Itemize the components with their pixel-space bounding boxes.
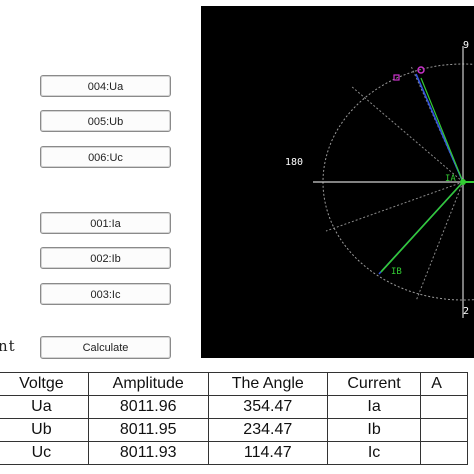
grid-ray-2 bbox=[325, 181, 464, 232]
channel-button-ub[interactable]: 005:Ub bbox=[40, 110, 171, 132]
table-row: Ua 8011.96 354.47 Ia bbox=[0, 395, 468, 419]
header-amplitude-current: A bbox=[420, 372, 468, 396]
vector-marker-upper-right bbox=[393, 74, 400, 81]
vector-label-ib: IB bbox=[391, 267, 402, 277]
vector-marker-center bbox=[460, 179, 466, 185]
phasor-diagram-panel: 180 9 2 IB IA bbox=[201, 6, 474, 358]
cell-current-name: Ic bbox=[326, 441, 422, 465]
calculate-button[interactable]: Calculate bbox=[40, 336, 171, 359]
channel-button-ib[interactable]: 002:Ib bbox=[40, 247, 171, 269]
channel-button-ic[interactable]: 003:Ic bbox=[40, 283, 171, 305]
channel-button-ua[interactable]: 004:Ua bbox=[40, 75, 171, 97]
vector-label-ia: IA bbox=[445, 174, 456, 184]
cell-current-amplitude bbox=[420, 418, 468, 442]
results-table-header-row: Voltge Amplitude The Angle Current A bbox=[0, 372, 468, 396]
header-amplitude: Amplitude bbox=[87, 372, 209, 396]
cell-amplitude: 8011.93 bbox=[87, 441, 209, 465]
channel-button-uc[interactable]: 006:Uc bbox=[40, 146, 171, 168]
cell-current-amplitude bbox=[420, 441, 468, 465]
calculate-caption: nt bbox=[0, 337, 16, 355]
table-row: Uc 8011.93 114.47 Ic bbox=[0, 441, 468, 465]
grid-ray-4 bbox=[415, 181, 464, 302]
angle-label-bottom: 2 bbox=[463, 306, 469, 317]
cell-amplitude: 8011.96 bbox=[87, 395, 209, 419]
cell-voltage-name: Ua bbox=[0, 395, 89, 419]
cell-angle: 114.47 bbox=[207, 441, 328, 465]
cell-angle: 234.47 bbox=[207, 418, 328, 442]
current-vector-ib bbox=[380, 181, 464, 273]
angle-label-top: 9 bbox=[463, 40, 469, 51]
cell-voltage-name: Uc bbox=[0, 441, 89, 465]
cell-current-amplitude bbox=[420, 395, 468, 419]
current-vector-ic bbox=[420, 77, 464, 183]
header-voltage: Voltge bbox=[0, 372, 89, 396]
header-current: Current bbox=[326, 372, 422, 396]
grid-ray-1 bbox=[350, 85, 464, 183]
cell-voltage-name: Ub bbox=[0, 418, 89, 442]
table-row: Ub 8011.95 234.47 Ib bbox=[0, 418, 468, 442]
cell-current-name: Ia bbox=[326, 395, 422, 419]
cell-amplitude: 8011.95 bbox=[87, 418, 209, 442]
results-table: Voltge Amplitude The Angle Current A Ua … bbox=[0, 372, 468, 465]
angle-label-left: 180 bbox=[285, 157, 303, 168]
channel-button-ia[interactable]: 001:Ia bbox=[40, 212, 171, 234]
header-angle: The Angle bbox=[207, 372, 328, 396]
cell-angle: 354.47 bbox=[207, 395, 328, 419]
cell-current-name: Ib bbox=[326, 418, 422, 442]
phasor-diagram: 180 9 2 IB IA bbox=[285, 40, 474, 318]
